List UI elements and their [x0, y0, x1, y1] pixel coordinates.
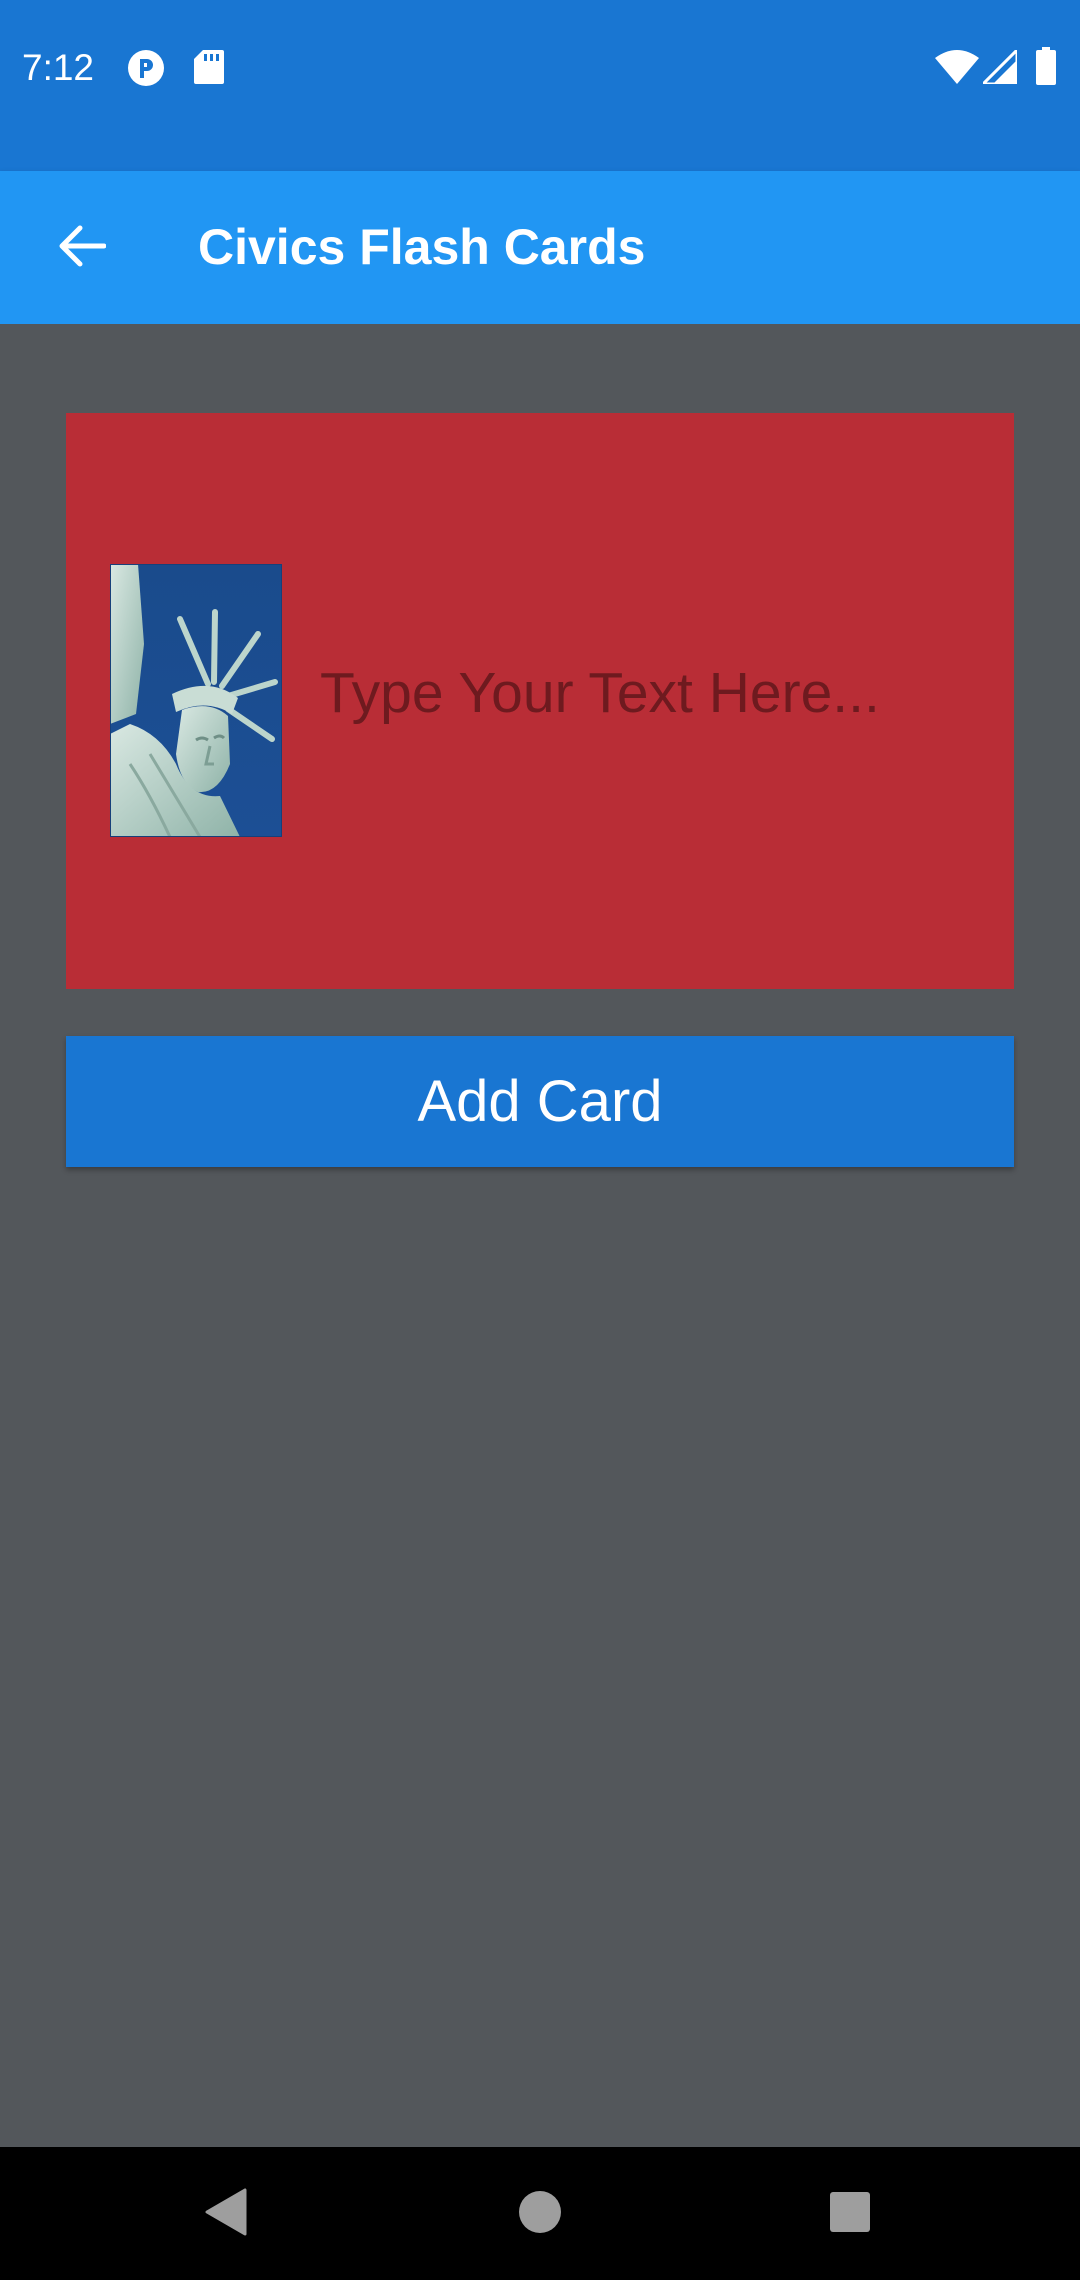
- status-bar: 7:12: [0, 0, 1080, 171]
- content-area: Add Card: [0, 324, 1080, 2147]
- back-triangle-icon: [203, 2188, 249, 2241]
- card-text-input[interactable]: [320, 643, 980, 743]
- pocket-icon: [127, 49, 165, 92]
- recents-square-icon: [829, 2191, 871, 2238]
- back-button[interactable]: [40, 206, 124, 290]
- sd-card-icon: [194, 50, 224, 89]
- statue-of-liberty-image: [110, 564, 282, 837]
- navigation-bar: [0, 2147, 1080, 2280]
- status-time: 7:12: [22, 47, 95, 88]
- app-title: Civics Flash Cards: [198, 219, 646, 275]
- flash-card: [66, 413, 1014, 989]
- nav-home-button[interactable]: [497, 2171, 583, 2257]
- arrow-back-icon: [58, 224, 107, 273]
- signal-icon: [979, 46, 1019, 89]
- nav-back-button[interactable]: [183, 2171, 269, 2257]
- home-circle-icon: [518, 2190, 562, 2239]
- app-bar: Civics Flash Cards: [0, 171, 1080, 324]
- add-card-button[interactable]: Add Card: [66, 1036, 1014, 1167]
- wifi-icon: [935, 50, 979, 89]
- battery-icon: [1036, 47, 1056, 90]
- nav-recents-button[interactable]: [807, 2171, 893, 2257]
